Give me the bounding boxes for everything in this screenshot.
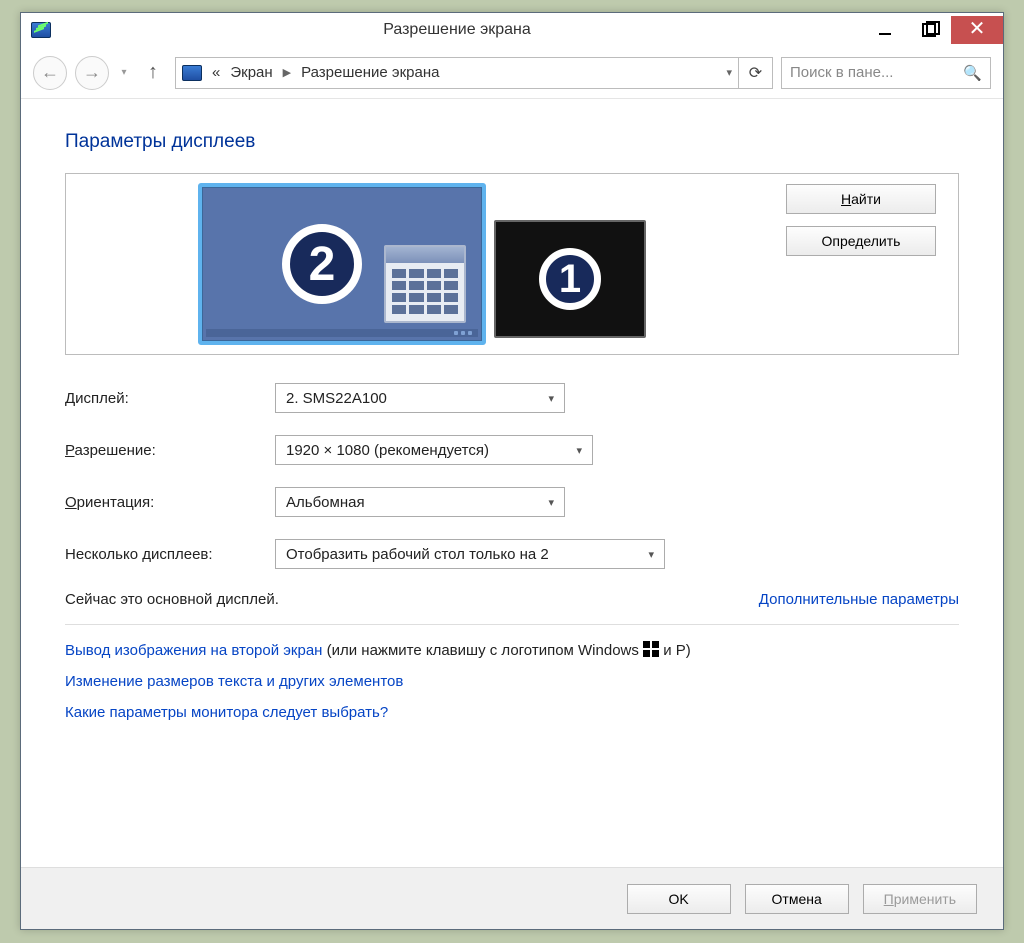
detect-button[interactable]: Определить [786,226,936,256]
address-dropdown-icon[interactable]: ▾ [726,66,732,79]
chevron-down-icon: ▾ [564,444,582,457]
window-thumbnail-icon [384,245,466,323]
monitor-help-link[interactable]: Какие параметры монитора следует выбрать… [65,704,388,721]
orientation-select[interactable]: Альбомная▾ [275,487,565,517]
screen-resolution-window: Разрешение экрана ✕ ← → ▾ ↑ « Экран ▶ Ра… [20,12,1004,930]
apply-button[interactable]: ПрименитьПрименить [863,884,977,914]
window-title: Разрешение экрана [51,21,863,39]
ok-button[interactable]: OK [627,884,731,914]
navigation-bar: ← → ▾ ↑ « Экран ▶ Разрешение экрана ▾ ⟳ … [21,47,1003,99]
minimize-button[interactable] [863,16,907,44]
maximize-button[interactable] [907,16,951,44]
breadcrumb-item-1[interactable]: Экран [230,64,272,81]
windows-logo-icon [643,641,659,657]
address-bar[interactable]: « Экран ▶ Разрешение экрана ▾ [175,57,739,89]
monitor-1-number: 1 [539,248,601,310]
display-preview: 2 1 ННайтиайти Определить [65,173,959,355]
breadcrumb-prefix: « [212,64,220,81]
titlebar[interactable]: Разрешение экрана ✕ [21,13,1003,47]
project-hint-b: и P) [663,642,691,659]
chevron-right-icon: ▶ [283,66,291,79]
monitor-1-preview[interactable]: 1 [494,220,646,338]
resolution-label: Разрешение:Разрешение: [65,442,275,459]
multiple-displays-label: Несколько дисплеев: [65,546,275,563]
monitor-2-preview[interactable]: 2 [198,183,486,345]
chevron-down-icon: ▾ [636,548,654,561]
taskbar-icon [206,329,478,337]
resolution-select[interactable]: 1920 × 1080 (рекомендуется)▾ [275,435,593,465]
forward-button[interactable]: → [75,56,109,90]
up-button[interactable]: ↑ [139,59,167,87]
project-second-screen-link[interactable]: Вывод изображения на второй экран [65,642,322,659]
history-dropdown-icon[interactable]: ▾ [117,67,131,78]
chevron-down-icon: ▾ [536,496,554,509]
search-input[interactable]: Поиск в пане... 🔍 [781,57,991,89]
dialog-footer: OK Отмена ПрименитьПрименить [21,867,1003,929]
main-display-status: Сейчас это основной дисплей. [65,591,279,608]
display-select[interactable]: 2. SMS22A100▾ [275,383,565,413]
search-placeholder: Поиск в пане... [790,64,955,81]
multiple-displays-select[interactable]: Отобразить рабочий стол только на 2▾ [275,539,665,569]
text-size-link[interactable]: Изменение размеров текста и других элеме… [65,673,403,690]
close-button[interactable]: ✕ [951,16,1003,44]
cancel-button[interactable]: Отмена [745,884,849,914]
chevron-down-icon: ▾ [536,392,554,405]
display-label: Дисплей:Дисплей: [65,390,275,407]
project-hint-a: (или нажмите клавишу с логотипом Windows [327,642,643,659]
breadcrumb-item-2[interactable]: Разрешение экрана [301,64,439,81]
monitor-2-number: 2 [282,224,362,304]
refresh-button[interactable]: ⟳ [739,57,773,89]
page-heading: Параметры дисплеев [65,131,959,153]
advanced-settings-link[interactable]: Дополнительные параметры [759,591,959,608]
location-icon [182,65,202,81]
search-icon: 🔍 [963,64,982,82]
find-button[interactable]: ННайтиайти [786,184,936,214]
system-icon [31,22,51,38]
back-button[interactable]: ← [33,56,67,90]
orientation-label: Ориентация:Ориентация: [65,494,275,511]
